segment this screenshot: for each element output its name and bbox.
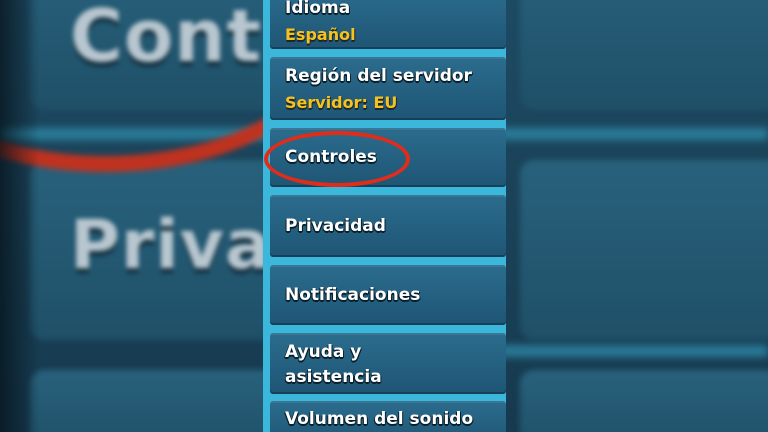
menu-item-server-region[interactable]: Región del servidor Servidor: EU: [270, 57, 506, 120]
bg-shade: [0, 0, 40, 432]
menu-item-label: Privacidad: [285, 216, 386, 236]
bg-panel: [520, 160, 768, 340]
bg-panel: [30, 370, 280, 432]
menu-item-label: Volumen del sonido: [285, 409, 474, 429]
menu-item-label-line2: asistencia: [285, 367, 382, 387]
menu-item-volumen[interactable]: Volumen del sonido: [270, 401, 506, 432]
bg-panel: [520, 370, 768, 432]
menu-item-label: Notificaciones: [285, 285, 421, 305]
menu-item-label: Ayuda y: [285, 342, 362, 362]
bg-panel: [520, 0, 768, 110]
menu-item-ayuda[interactable]: Ayuda y asistencia: [270, 333, 506, 394]
highlight-circle: [264, 131, 410, 187]
menu-item-notificaciones[interactable]: Notificaciones: [270, 265, 506, 325]
screen: Contro Privac Idioma Español Región del …: [0, 0, 768, 432]
menu-item-idioma[interactable]: Idioma Español: [270, 0, 506, 49]
server-value: Servidor: EU: [285, 93, 398, 112]
settings-menu: Idioma Español Región del servidor Servi…: [263, 0, 506, 432]
menu-item-privacidad[interactable]: Privacidad: [270, 195, 506, 257]
bg-divider: [500, 345, 768, 357]
language-value: Español: [285, 25, 356, 44]
bg-divider: [500, 128, 768, 140]
menu-item-label: Región del servidor: [285, 66, 472, 86]
menu-item-label: Idioma: [285, 0, 351, 18]
